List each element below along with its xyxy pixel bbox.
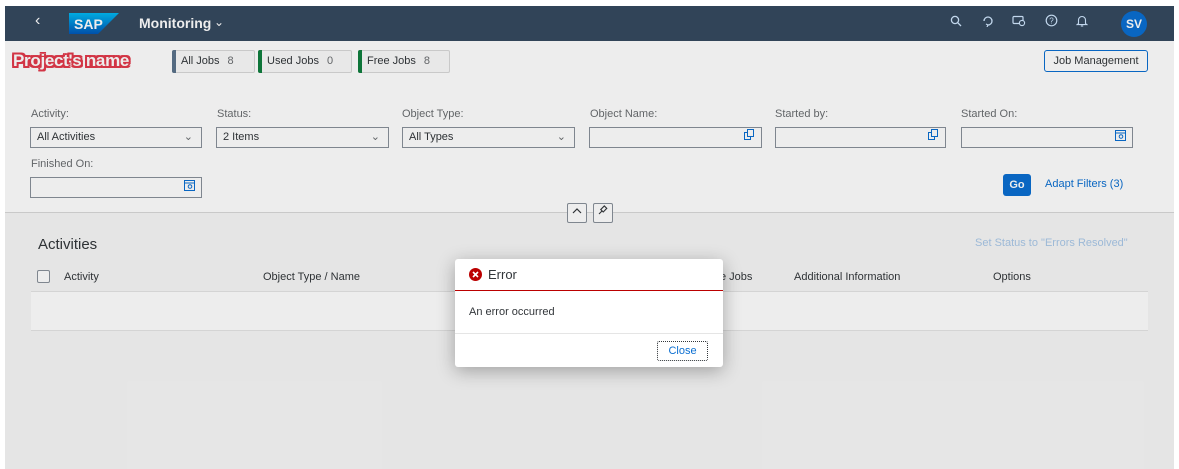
error-dialog: Error An error occurred Close [455, 259, 723, 367]
dialog-message: An error occurred [469, 306, 555, 318]
dialog-footer: Close [455, 333, 723, 367]
close-button[interactable]: Close [657, 341, 708, 361]
dialog-header: Error [455, 259, 723, 291]
modal-overlay [5, 6, 1174, 469]
error-icon [469, 268, 482, 281]
dialog-title: Error [488, 267, 517, 282]
app-frame: ‹ SAP Monitoring ⌄ ? SV Project's name A… [5, 6, 1174, 469]
